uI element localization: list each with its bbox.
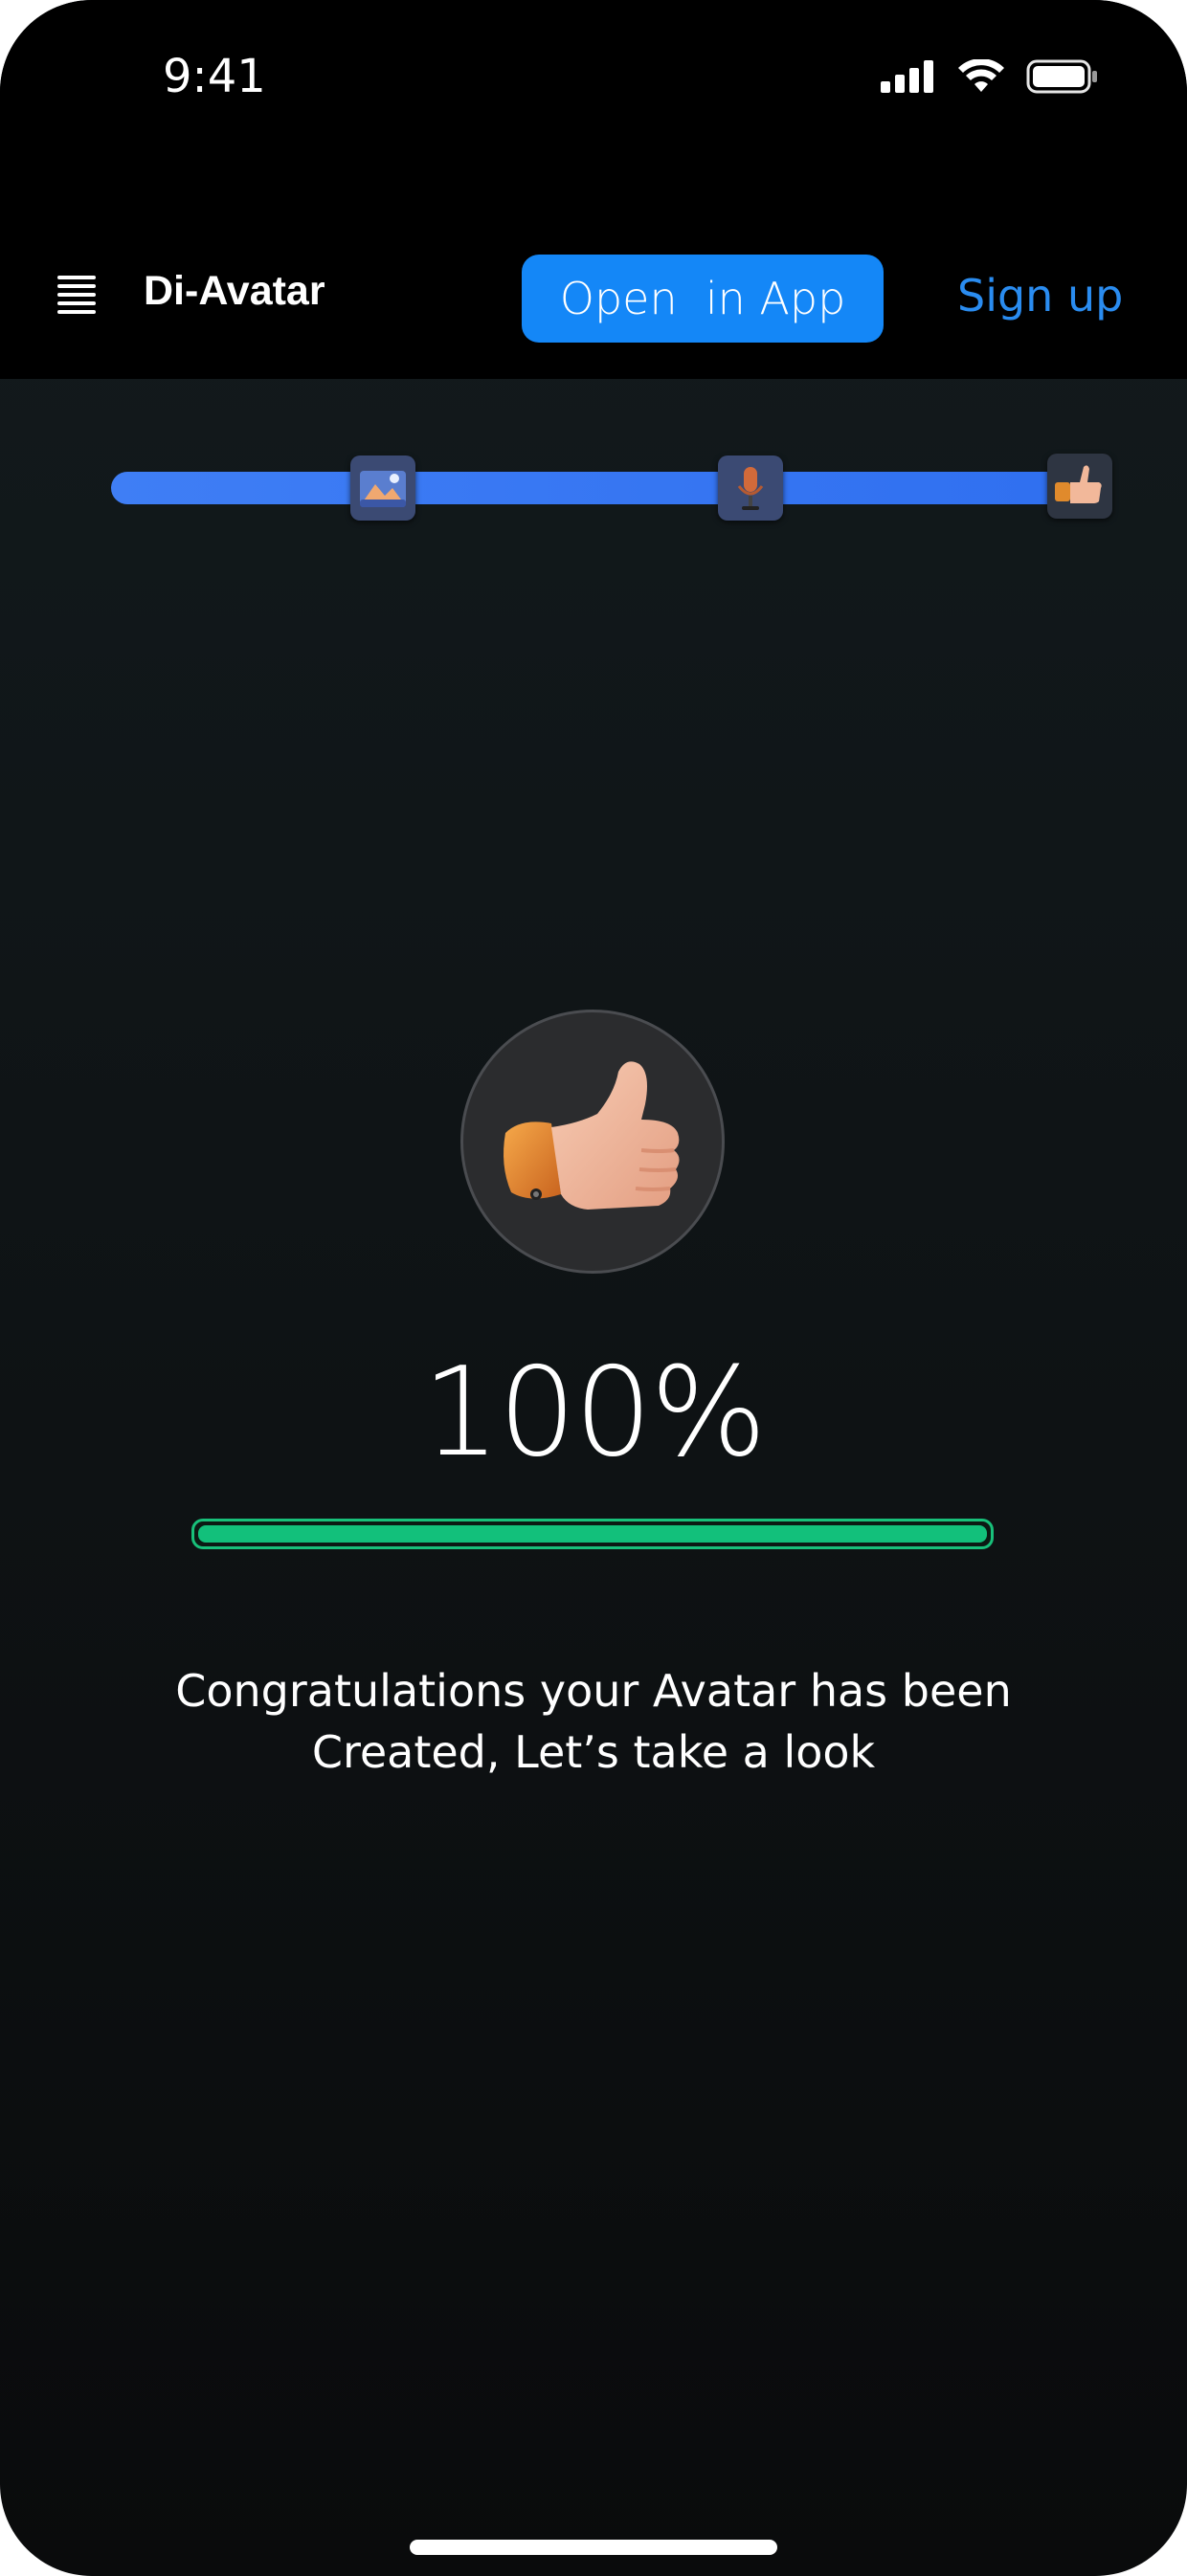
brand-name: Di-Avatar bbox=[144, 268, 325, 314]
home-indicator[interactable] bbox=[410, 2540, 777, 2555]
completion-progress-fill bbox=[198, 1525, 987, 1543]
thumbs-up-icon bbox=[1055, 465, 1102, 503]
completion-percent: 100% bbox=[422, 1342, 767, 1484]
completion-message: Congratulations your Avatar has been Cre… bbox=[115, 1660, 1072, 1783]
hero-thumbs-up-circle bbox=[460, 1010, 725, 1274]
sign-up-link[interactable]: Sign up bbox=[957, 270, 1123, 322]
phone-screen: 9:41 Di-Avatar Open in App Sign up 100% … bbox=[0, 0, 1187, 2576]
image-icon bbox=[360, 471, 406, 507]
thumbs-up-icon bbox=[504, 1061, 680, 1210]
signal-icon bbox=[881, 60, 933, 93]
status-bar: 9:41 bbox=[0, 0, 1187, 163]
step-thumbs-up-icon[interactable] bbox=[1047, 454, 1112, 519]
message-line-2: Created, Let’s take a look bbox=[311, 1726, 876, 1778]
app-header: Di-Avatar Open in App Sign up bbox=[0, 163, 1187, 379]
completion-progress-bar bbox=[191, 1519, 994, 1549]
step-progress-track bbox=[111, 472, 1112, 504]
open-in-app-button[interactable]: Open in App bbox=[522, 255, 884, 343]
battery-icon bbox=[1026, 59, 1097, 94]
hamburger-menu-icon[interactable] bbox=[57, 276, 96, 314]
microphone-icon bbox=[737, 467, 764, 510]
status-time: 9:41 bbox=[163, 50, 266, 103]
step-microphone-icon[interactable] bbox=[718, 455, 783, 521]
status-icons bbox=[881, 59, 1099, 94]
step-image-icon[interactable] bbox=[350, 455, 415, 521]
wifi-icon bbox=[958, 59, 1004, 92]
message-line-1: Congratulations your Avatar has been bbox=[175, 1665, 1012, 1717]
